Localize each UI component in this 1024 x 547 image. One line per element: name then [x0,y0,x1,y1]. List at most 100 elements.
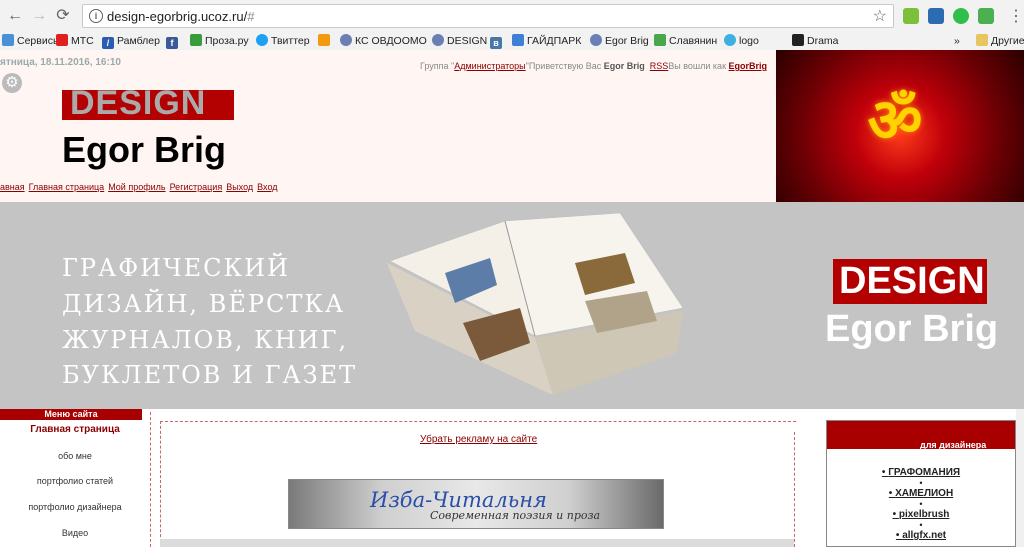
designer-link-label: pixelbrush [898,509,950,520]
bookmark-item[interactable]: Славянин [654,34,717,48]
user-bar: Группа "Администраторы"Приветствую Вас E… [420,61,767,71]
rss-link[interactable]: RSS [650,61,669,71]
menu-item-home[interactable]: Главная страница [0,424,150,435]
designer-link-label: ГРАФОМАНИЯ [888,467,961,478]
logo-design-text: DESIGN [70,84,207,122]
gaidpark-icon [512,34,524,46]
bookmark-item[interactable]: Egor Brig [590,34,649,48]
nav-link-main[interactable]: авная [0,182,25,192]
extension-icon[interactable] [903,8,919,24]
folder-icon [976,34,988,46]
header-nav: авная Главная страница Мой профиль Регистра… [0,182,282,192]
username: Egor Brig [603,61,645,71]
content-strip [160,539,794,547]
bookmark-label: Славянин [669,35,718,47]
slavyanin-icon [654,34,666,46]
bullet: • [919,499,923,509]
login-link[interactable]: EgorBrig [729,61,768,71]
bookmark-label: КС ОВДООМО [355,35,427,47]
menu-item-articles[interactable]: портфолио статей [0,476,150,486]
site-header [0,50,776,202]
rambler-icon: / [102,37,114,49]
bookmark-item[interactable]: в [490,34,505,49]
bookmark-item[interactable]: Твиттер [256,34,310,48]
bookmark-item[interactable]: / Рамблер [102,34,160,49]
designer-link[interactable]: • pixelbrush [827,509,1015,520]
bookmark-label: DESIGN [447,35,488,47]
extension-icon[interactable] [978,8,994,24]
bookmark-label: Egor Brig [605,35,649,47]
bookmark-label: Твиттер [271,35,310,47]
nav-link-logout[interactable]: Выход [226,182,253,192]
url-hash: # [247,9,255,24]
site-logo-design[interactable]: DESIGN [62,84,234,122]
designer-link-label: allgfx.net [902,530,947,541]
proza-icon [190,34,202,46]
menu-title: Меню сайта [0,409,142,420]
magazine-image [387,213,684,395]
address-bar[interactable]: i design-egorbrig.ucoz.ru/# ☆ [82,4,894,28]
group-prefix: Группа " [420,61,455,71]
nav-link-profile[interactable]: Мой профиль [108,182,165,192]
bookmark-item[interactable]: Проза.ру [190,34,249,48]
check-icon[interactable] [953,8,969,24]
remove-ads-link[interactable]: Убрать рекламу на сайте [420,434,537,445]
bookmark-label: logo [739,35,759,47]
divider [160,421,161,547]
bookmarks-overflow-button[interactable]: » [954,34,960,48]
bookmark-item[interactable]: МТС [56,34,94,48]
bookmark-item[interactable] [318,34,333,48]
group-link[interactable]: Администраторы [454,61,525,71]
reload-icon[interactable]: ⟳ [54,7,72,25]
promo-line: БУКЛЕТОВ И ГАЗЕТ [62,361,358,389]
bookmarks-bar: Сервисы МТС / Рамблер f Проза.ру Твиттер … [0,32,1024,51]
bookmark-item[interactable]: Сервисы [2,34,61,48]
bookmark-label: Проза.ру [205,35,249,47]
forward-icon[interactable]: → [30,7,48,25]
odnoklassniki-icon [318,34,330,46]
greeting: "Приветствую Вас [525,61,604,71]
designer-link[interactable]: • ГРАФОМАНИЯ [827,467,1015,478]
info-icon[interactable]: i [89,9,103,23]
menu-icon[interactable]: ⋮ [1008,6,1024,26]
divider [794,432,795,547]
bookmark-item[interactable]: Drama [792,34,839,48]
bookmark-label: Drama [807,35,839,47]
vk-icon: в [490,37,502,49]
bookmark-item[interactable]: f [166,34,181,49]
nav-link-register[interactable]: Регистрация [170,182,223,192]
divider [150,412,151,547]
designer-link[interactable]: • ХАМЕЛИОН [827,488,1015,499]
browser-toolbar: ← → ⟳ i design-egorbrig.ucoz.ru/# ☆ ⋮ [0,0,1024,32]
extension-icon[interactable] [928,8,944,24]
nav-link-home[interactable]: Главная страница [29,182,105,192]
bookmark-label: МТС [71,35,94,47]
nav-link-login[interactable]: Вход [257,182,277,192]
logo-icon [724,34,736,46]
promo-line: ЖУРНАЛОВ, КНИГ, [62,326,349,354]
scrollbar[interactable] [1016,409,1024,547]
designer-link-label: ХАМЕЛИОН [895,488,954,499]
menu-item-about[interactable]: обо мне [0,451,150,461]
menu-item-video[interactable]: Видео [0,528,150,538]
bookmark-item[interactable]: logo [724,34,759,48]
bookmark-star-icon[interactable]: ☆ [873,6,887,26]
promo-logo-name: Egor Brig [825,308,999,350]
bookmark-item[interactable]: КС ОВДООМО [340,34,427,48]
bookmark-item[interactable]: DESIGN [432,34,487,48]
site-icon [340,34,352,46]
mts-icon [56,34,68,46]
bookmark-label: Другие [991,35,1024,47]
drama-icon [792,34,804,46]
gear-icon[interactable]: ⚙ [2,73,22,93]
back-icon[interactable]: ← [6,7,24,25]
url-text[interactable]: design-egorbrig.ucoz.ru/# [107,9,254,24]
site-icon [432,34,444,46]
site-icon [590,34,602,46]
bookmark-item[interactable]: ГАЙДПАРК [512,34,581,48]
site-logo-name[interactable]: Egor Brig [62,129,226,171]
divider [160,421,796,422]
designer-link[interactable]: • allgfx.net [827,530,1015,541]
menu-item-designer-portfolio[interactable]: портфолио дизайнера [0,502,150,512]
other-bookmarks-folder[interactable]: Другие [976,34,1024,48]
